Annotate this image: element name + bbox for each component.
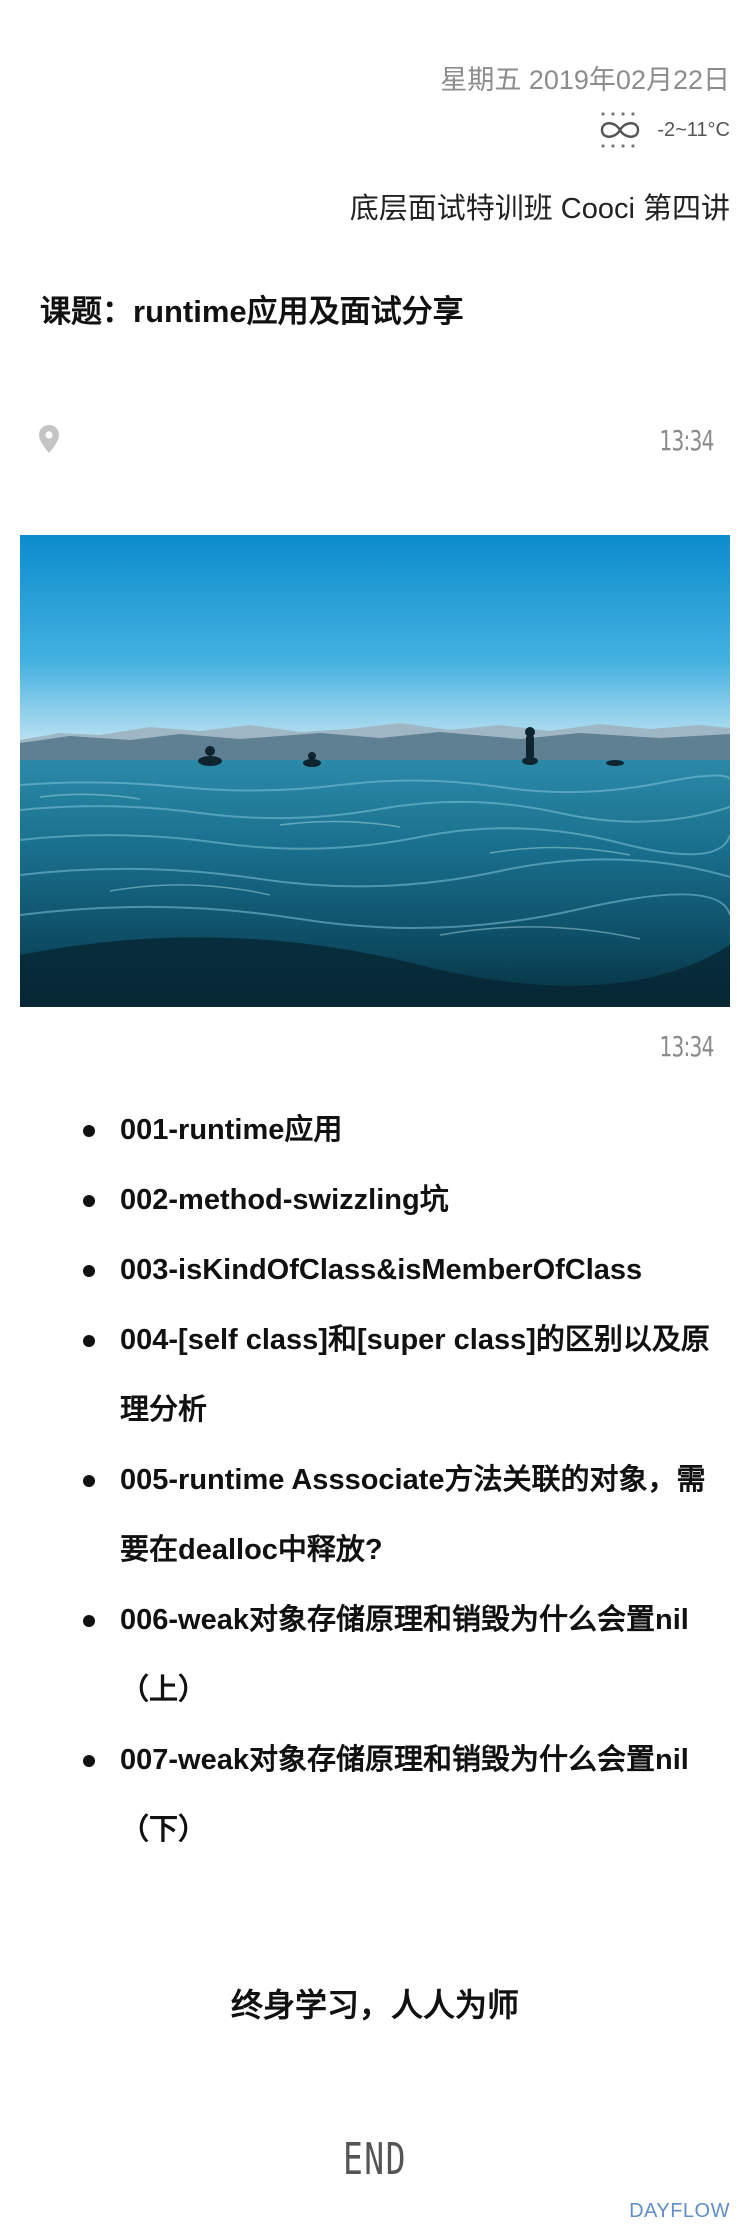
brand-label: DAYFLOW [629, 2200, 730, 2222]
weather-info: -2~11°C [597, 110, 730, 150]
list-item: 005-runtime Asssociate方法关联的对象，需要在dealloc… [80, 1445, 720, 1585]
list-item: 003-isKindOfClass&isMemberOfClass [80, 1235, 720, 1305]
temperature: -2~11°C [657, 118, 730, 141]
motto: 终身学习，人人为师 [230, 1987, 519, 2023]
list-item: 004-[self class]和[super class]的区别以及原理分析 [80, 1305, 720, 1445]
entry-time-bottom: 13:34 [659, 1030, 715, 1063]
topic-title: 课题：runtime应用及面试分享 [40, 294, 464, 329]
list-item: 006-weak对象存储原理和销毁为什么会置nil（上） [80, 1585, 720, 1725]
fog-icon [601, 112, 640, 148]
list-item: 002-method-swizzling坑 [80, 1165, 720, 1235]
location-pin-icon [39, 425, 59, 453]
lecture-subtitle: 底层面试特训班 Cooci 第四讲 [349, 193, 730, 225]
entry-time-top: 13:34 [659, 424, 715, 457]
end-label: END [342, 2134, 408, 2185]
list-item: 007-weak对象存储原理和销毁为什么会置nil（下） [80, 1725, 720, 1865]
list-item: 001-runtime应用 [80, 1095, 720, 1165]
ocean-photo [20, 535, 730, 1007]
entry-date: 星期五 2019年02月22日 [440, 65, 730, 95]
topic-list: 001-runtime应用 002-method-swizzling坑 003-… [80, 1095, 720, 1865]
